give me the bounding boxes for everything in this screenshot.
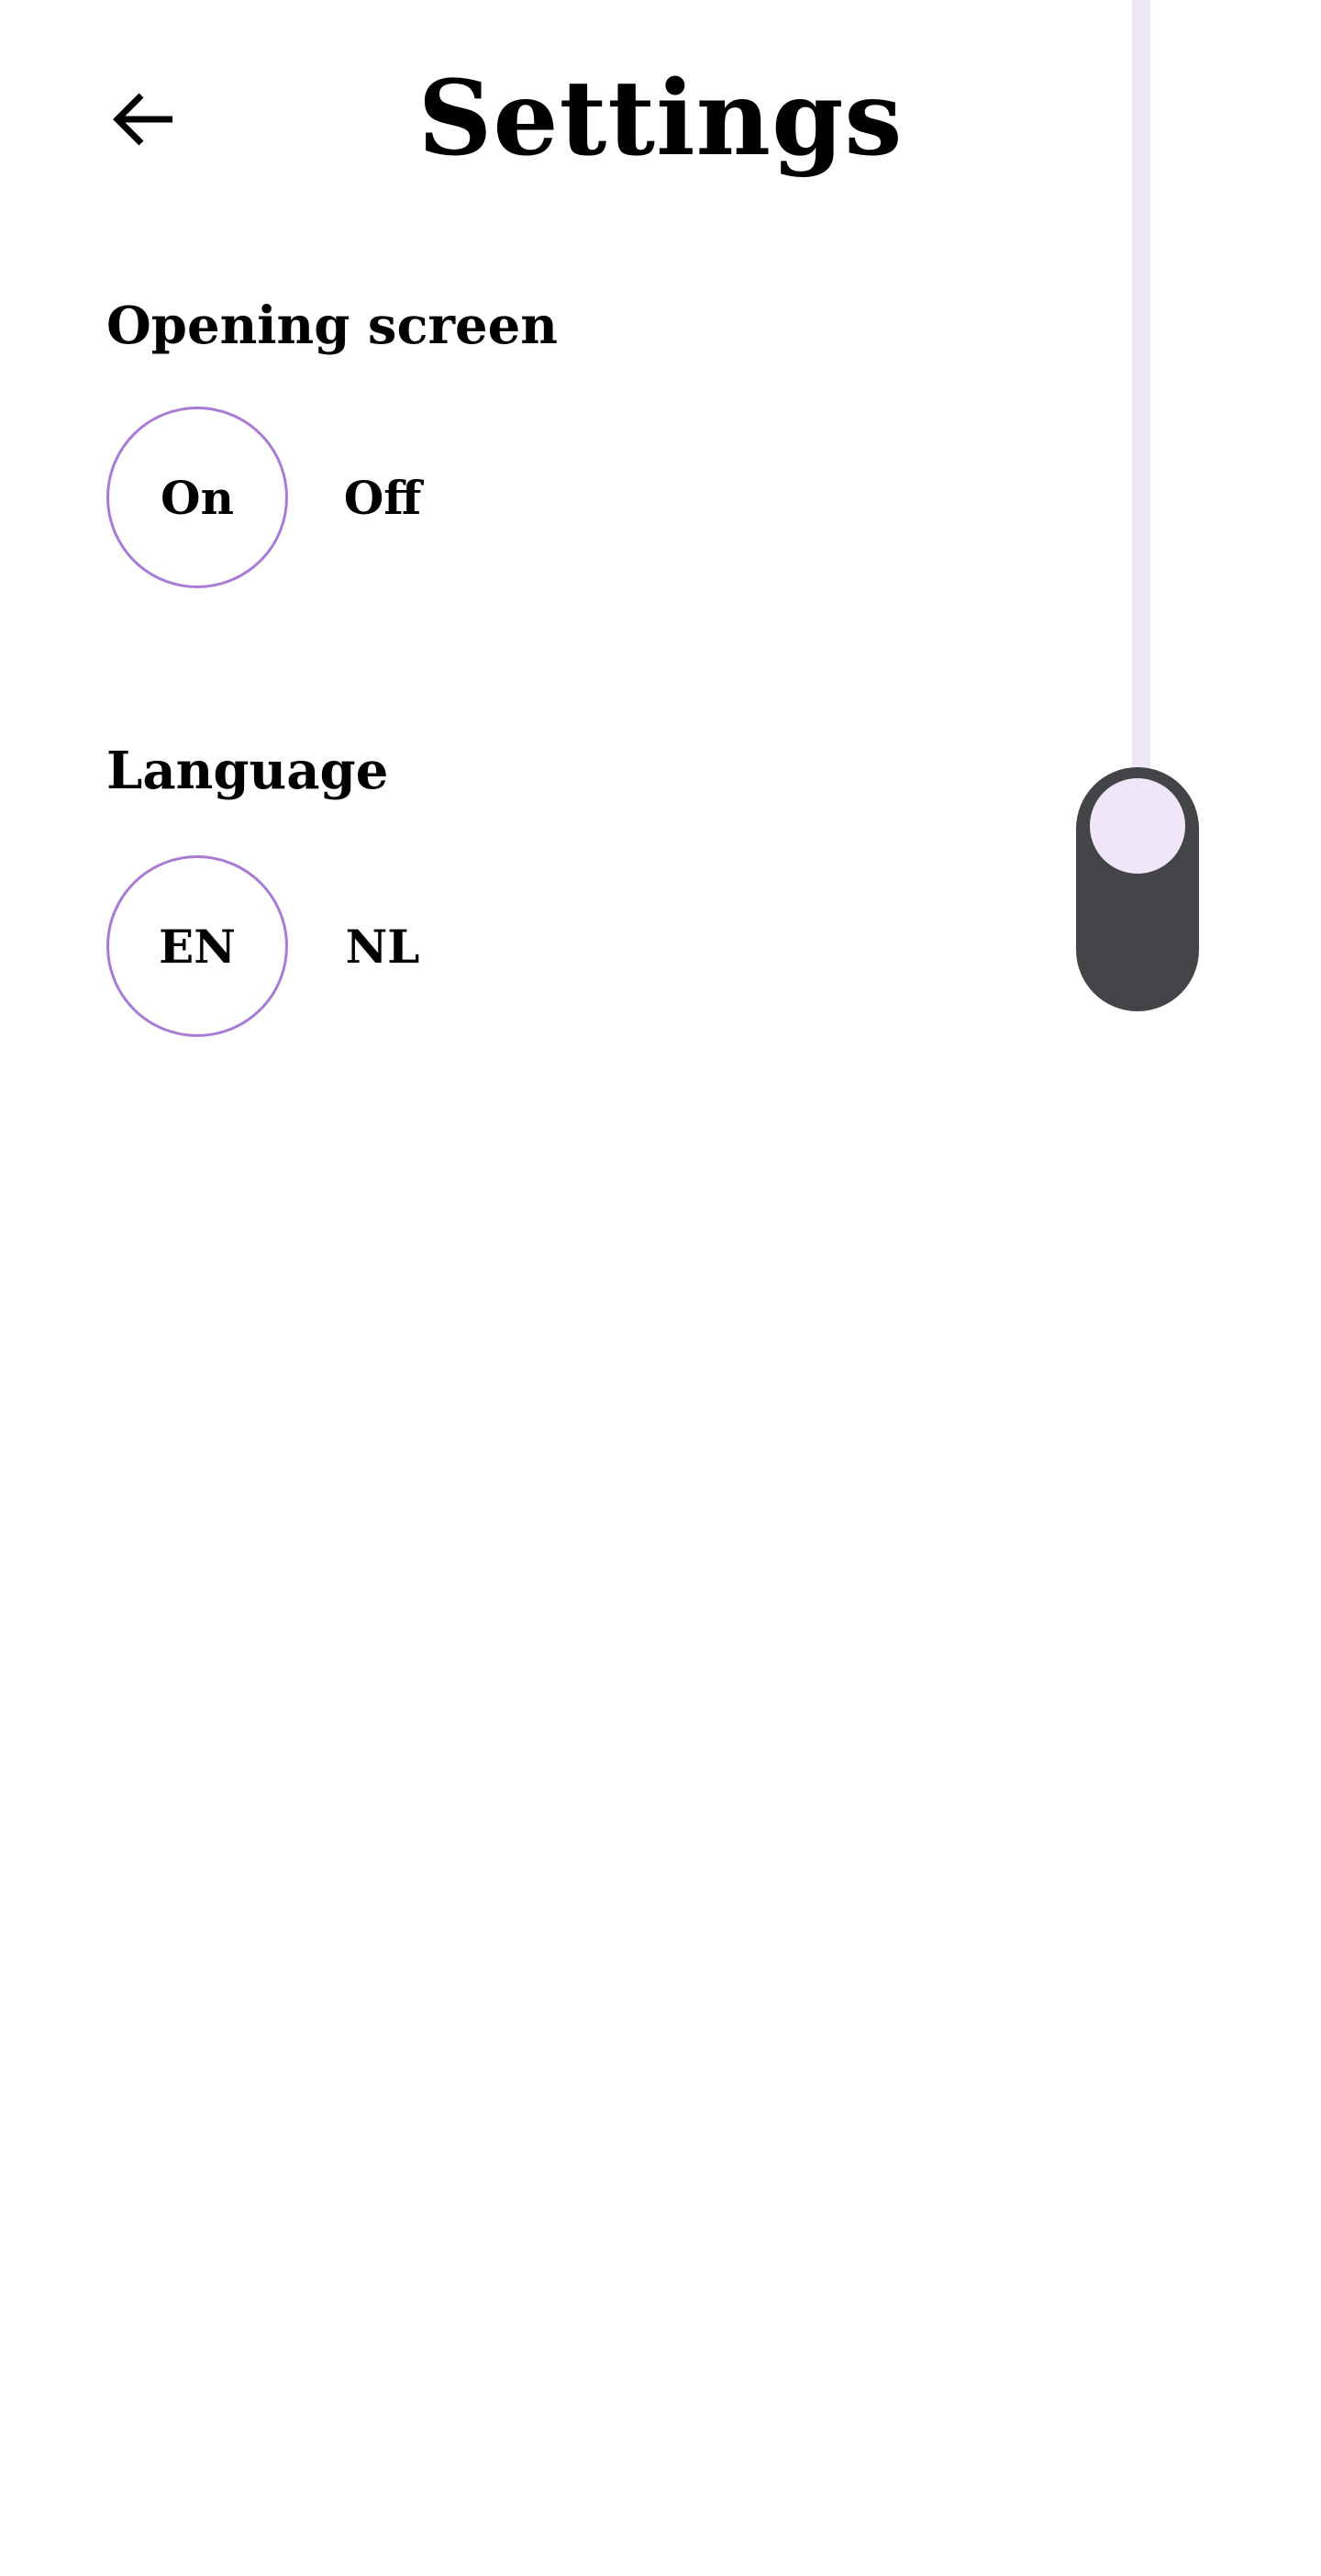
opening-screen-off-option[interactable]: Off xyxy=(292,407,473,588)
scrollbar-track[interactable] xyxy=(1132,0,1150,789)
scrollbar-knob xyxy=(1090,778,1185,874)
language-en-option[interactable]: EN xyxy=(106,855,288,1037)
opening-screen-on-option[interactable]: On xyxy=(106,407,288,588)
opening-screen-label: Opening screen xyxy=(106,296,559,356)
language-label: Language xyxy=(106,741,389,801)
scrollbar-handle[interactable] xyxy=(1076,767,1199,1011)
language-nl-option[interactable]: NL xyxy=(292,855,473,1037)
page-title: Settings xyxy=(417,59,904,179)
